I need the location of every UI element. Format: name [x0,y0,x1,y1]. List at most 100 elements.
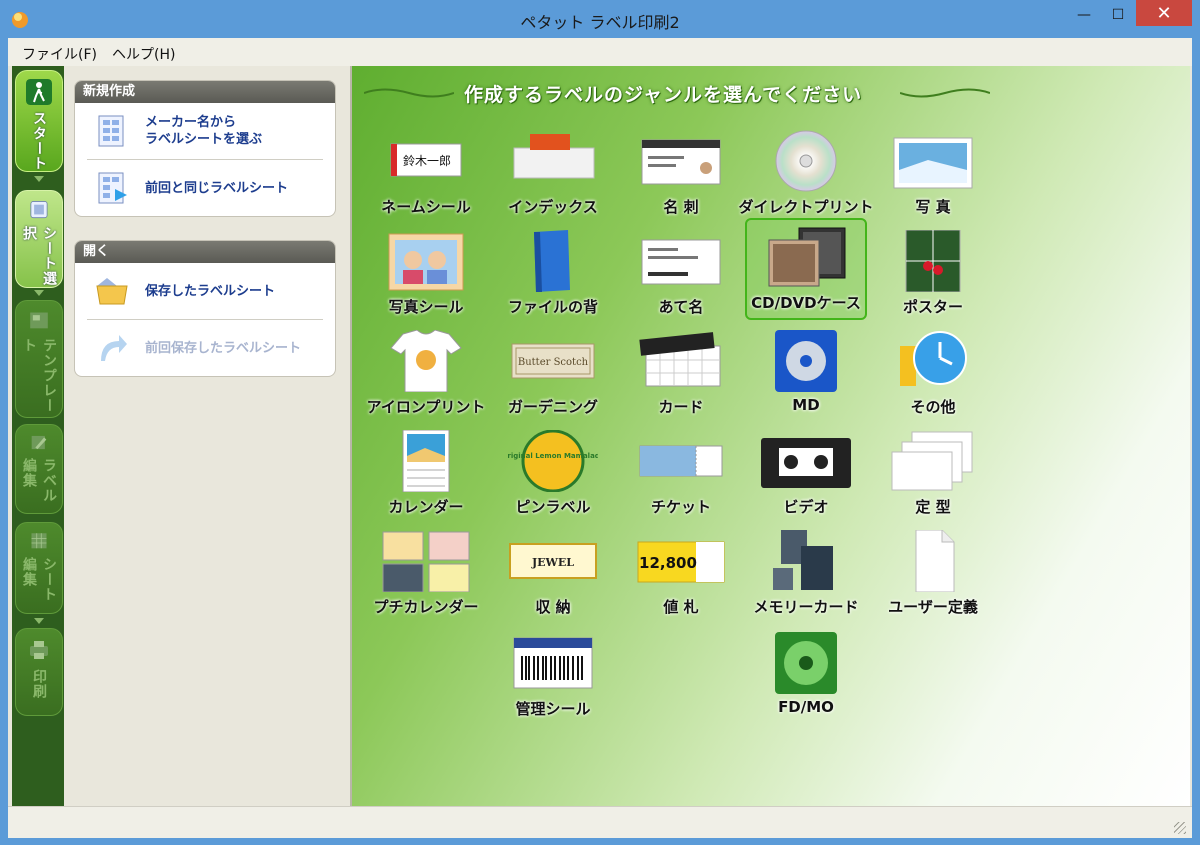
genre-poster[interactable]: ポスター [874,228,992,324]
nav-tab-print: 印刷 [15,628,63,716]
genre-area: 作成するラベルのジャンルを選んでください 鈴木一郎 ネームシール インデックス [352,66,1190,806]
genre-label: ネームシール [381,198,471,216]
genre-label: ファイルの背 [507,298,598,316]
genre-card[interactable]: カード [622,328,740,424]
template-icon [30,312,48,329]
pencil-icon [31,435,47,450]
genre-gardening[interactable]: Butter Scotch ガーデニング [494,328,612,424]
genre-other[interactable]: その他 [874,328,992,424]
mini-calendars-icon [382,531,470,592]
nav-tab-sheet-select[interactable]: シート選択 [15,190,63,288]
genre-label: インデックス [508,198,598,216]
main-title: 作成するラベルのジャンルを選んでください [464,84,863,106]
cd-case-icon [768,227,846,287]
nav-print-label: 印刷 [31,669,47,699]
genre-price-tag[interactable]: 12,800 値 札 [622,528,740,624]
genre-user-defined[interactable]: ユーザー定義 [874,528,992,624]
genre-label: メモリーカード [753,598,859,616]
genre-direct-print[interactable]: ダイレクトプリント [739,128,874,224]
swirl-left-icon [364,88,454,98]
genre-name-seal[interactable]: 鈴木一郎 ネームシール [367,128,485,224]
video-cassette-icon [761,438,851,488]
swirl-right-icon [900,88,990,98]
genre-photo-seal[interactable]: 写真シール [367,228,485,324]
genre-petit-calendar[interactable]: プチカレンダー [367,528,485,624]
genre-business-card[interactable]: 名 刺 [622,128,740,224]
printer-icon [30,641,48,659]
saved-sheet-button[interactable]: 保存したラベルシート [75,263,335,319]
genre-standard[interactable]: 定 型 [874,428,992,524]
poster-icon [905,230,961,292]
same-sheet-button[interactable]: 前回と同じラベルシート [75,160,335,216]
genre-label: 値 札 [663,598,699,616]
genre-iron-print[interactable]: アイロンプリント [367,328,485,424]
genre-label: チケット [650,498,711,516]
new-heading: 新規作成 [75,81,335,103]
photo-seal-icon [388,233,464,291]
genre-label: カレンダー [388,498,464,516]
genre-label: ビデオ [783,498,829,516]
sheet-icon [30,201,48,219]
genre-memory-card[interactable]: メモリーカード [747,528,865,624]
genre-index[interactable]: インデックス [494,128,612,224]
last-saved-sheet-button: 前回保存したラベルシート [75,320,335,376]
maximize-icon: ☐ [1111,7,1125,23]
same-sheet-label: 前回と同じラベルシート [145,180,289,196]
genre-video[interactable]: ビデオ [747,428,865,524]
genre-label: ユーザー定義 [888,598,978,616]
genre-storage[interactable]: JEWEL 収 納 [494,528,612,624]
menu-file[interactable]: ファイル(F) [22,44,97,64]
genre-label: 定 型 [915,498,951,516]
minimize-icon: — [1077,7,1091,23]
open-card: 開く 保存したラベルシート 前回保存したラベルシート [74,240,336,377]
walking-person-icon [26,79,52,105]
genre-cd-dvd-case[interactable]: CD/DVDケース [745,218,867,320]
genre-label: アイロンプリント [366,398,486,416]
resize-grip-icon[interactable] [1174,822,1186,834]
close-button[interactable]: ✕ [1136,0,1192,26]
genre-label: カード [658,398,704,416]
genre-label: CD/DVDケース [751,294,861,312]
genre-md[interactable]: MD [747,328,865,424]
genre-label: プチカレンダー [373,598,479,616]
genre-photo[interactable]: 写 真 [874,128,992,224]
genre-management-seal[interactable]: 管理シール [494,630,612,726]
title-bar[interactable]: ペタット ラベル印刷2 — ☐ ✕ [0,0,1200,38]
menu-bar: ファイル(F) ヘルプ(H) [8,38,1192,67]
genre-address[interactable]: あて名 [622,228,740,324]
menu-help[interactable]: ヘルプ(H) [112,44,175,64]
genre-label: 写真シール [388,298,464,316]
storage-sample: JEWEL [531,556,574,569]
close-icon: ✕ [1156,2,1172,24]
genre-pin-label[interactable]: Original Lemon Mamalade ピンラベル [494,428,612,524]
calendar-icon [402,430,450,492]
nav-template-label: テンプレート [21,337,57,413]
status-bar [8,806,1192,838]
genre-file-spine[interactable]: ファイルの背 [494,228,612,324]
business-card-icon [641,139,721,185]
last-saved-sheet-label: 前回保存したラベルシート [145,340,302,356]
nav-tab-start[interactable]: スタート [15,70,63,172]
genre-label: その他 [910,398,956,416]
genre-label: 写 真 [915,198,951,216]
md-disc-icon [775,330,837,392]
genre-label: あて名 [658,298,704,316]
memory-card-icon [773,530,833,590]
select-by-maker-label: メーカー名から ラベルシートを選ぶ [145,115,263,147]
window-title: ペタット ラベル印刷2 [520,13,680,32]
genre-label: MD [792,396,820,414]
genre-label: 名 刺 [663,198,699,216]
label-sheet-arrow-icon [98,172,127,204]
genre-label: ガーデニング [507,398,598,416]
genre-ticket[interactable]: チケット [622,428,740,524]
pin-sample: Original Lemon Mamalade [508,452,598,460]
nav-tab-sheet-edit: シート編集 [15,522,63,614]
genre-fd-mo[interactable]: FD/MO [747,630,865,726]
select-by-maker-button[interactable]: メーカー名から ラベルシートを選ぶ [75,103,335,159]
maximize-button[interactable]: ☐ [1098,0,1138,30]
disc-icon [775,130,837,192]
nav-start-label: スタート [31,111,47,171]
genre-calendar[interactable]: カレンダー [367,428,485,524]
saved-sheet-label: 保存したラベルシート [145,283,276,299]
pin-badge-icon: Original Lemon Mamalade [508,430,598,492]
